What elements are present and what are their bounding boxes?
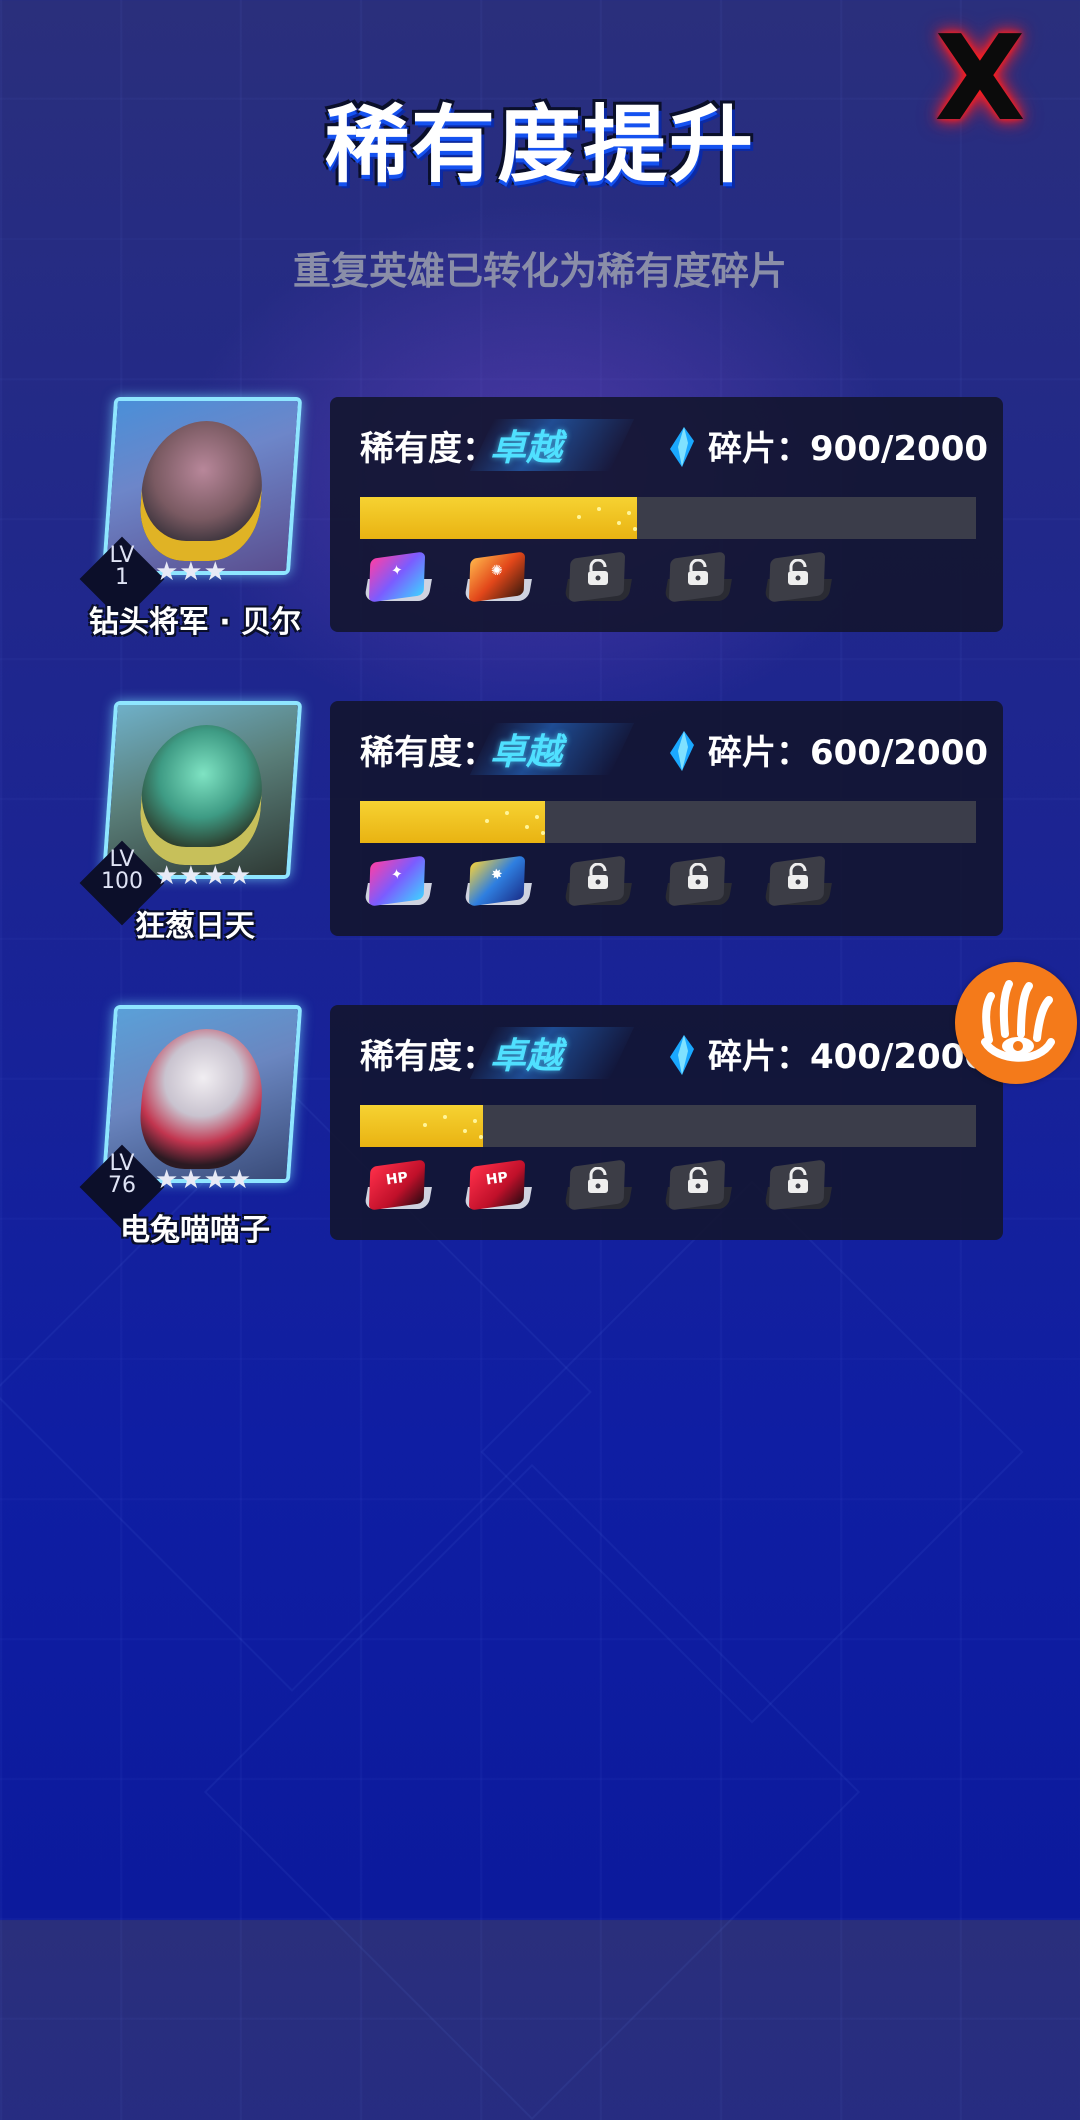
crystal-icon <box>670 1035 694 1075</box>
level-text: LV 1 <box>90 545 154 589</box>
shard-progress-bar <box>360 497 976 539</box>
rarity-value: 卓越 <box>490 732 563 773</box>
level-label: LV <box>109 1151 135 1176</box>
locked-chip-icon <box>660 851 736 921</box>
shard-progress-fill <box>360 497 638 539</box>
blue-burst-chip-icon: ✸ <box>460 851 536 921</box>
star-rating: ★★★ <box>155 557 228 587</box>
rarity-value: 卓越 <box>490 428 563 469</box>
hand-eye-icon <box>981 980 1055 1062</box>
level-value: 1 <box>115 565 129 590</box>
lock-icon <box>788 559 808 585</box>
shard-count: 碎片：900/2000 <box>708 429 989 469</box>
locked-chip-icon <box>760 1155 836 1225</box>
rarity-value: 卓越 <box>490 1036 563 1077</box>
star-rating: ★★★★ <box>155 861 253 891</box>
hero-name: 电兔喵喵子 <box>120 1213 270 1248</box>
progress-sparkle <box>534 815 539 819</box>
locked-chip-icon <box>660 1155 736 1225</box>
shard-count: 碎片：600/2000 <box>708 733 989 773</box>
lock-icon <box>688 1167 708 1193</box>
star-rating: ★★★★ <box>155 1165 253 1195</box>
hero-name: 狂葱日天 <box>135 909 255 944</box>
crystal-icon <box>670 731 694 771</box>
rarity-panel: 稀有度： 卓越 碎片：600/2000 ✦ ✸ <box>330 701 1003 936</box>
subtitle: 重复英雄已转化为稀有度碎片 <box>292 249 787 293</box>
level-label: LV <box>109 847 135 872</box>
crystal-icon <box>670 427 694 467</box>
fire-chip-icon: ✺ <box>460 547 536 617</box>
red-hp-chip-icon: HP <box>360 1155 436 1225</box>
lock-icon <box>688 863 708 889</box>
locked-chip-icon <box>660 547 736 617</box>
level-label: LV <box>109 543 135 568</box>
rarity-chip-row: HP HP <box>360 1155 880 1225</box>
locked-chip-icon <box>560 547 636 617</box>
rarity-panel: 稀有度： 卓越 碎片：900/2000 ✦ ✺ <box>330 397 1003 632</box>
lock-icon <box>588 863 608 889</box>
level-text: LV 100 <box>90 849 154 893</box>
rarity-panel: 稀有度： 卓越 碎片：400/2000 HP HP <box>330 1005 1003 1240</box>
level-value: 100 <box>101 869 143 894</box>
hero-row: LV 76 ★★★★ 电兔喵喵子 稀有度： 卓越 碎片：400/2000 HP … <box>0 1005 1080 1248</box>
shard-progress-bar <box>360 801 976 843</box>
level-text: LV 76 <box>90 1153 154 1197</box>
red-hp-chip-icon: HP <box>460 1155 536 1225</box>
progress-sparkle <box>540 831 545 835</box>
floating-assist-button[interactable] <box>955 962 1077 1084</box>
shard-count: 碎片：400/2000 <box>708 1037 989 1077</box>
locked-chip-icon <box>760 851 836 921</box>
shard-progress-fill <box>360 1105 484 1147</box>
locked-chip-icon <box>560 1155 636 1225</box>
page-title: 稀有度提升 <box>324 96 755 194</box>
shard-progress-bar <box>360 1105 976 1147</box>
lock-icon <box>688 559 708 585</box>
rarity-chip-row: ✦ ✸ <box>360 851 880 921</box>
progress-sparkle <box>484 819 489 823</box>
hero-row: LV 1 ★★★ 钻头将军 · 贝尔 稀有度： 卓越 碎片：900/2000 ✦… <box>0 397 1080 640</box>
hero-name: 钻头将军 · 贝尔 <box>88 605 302 640</box>
locked-chip-icon <box>560 851 636 921</box>
colorful-chip-icon: ✦ <box>360 851 436 921</box>
lock-icon <box>588 1167 608 1193</box>
progress-sparkle <box>504 811 509 815</box>
hero-row: LV 100 ★★★★ 狂葱日天 稀有度： 卓越 碎片：600/2000 ✦ ✸ <box>0 701 1080 944</box>
locked-chip-icon <box>760 547 836 617</box>
progress-sparkle <box>524 825 529 829</box>
colorful-chip-icon: ✦ <box>360 547 436 617</box>
lock-icon <box>588 559 608 585</box>
lock-icon <box>788 863 808 889</box>
lock-icon <box>788 1167 808 1193</box>
shard-progress-fill <box>360 801 545 843</box>
level-value: 76 <box>108 1173 136 1198</box>
rarity-chip-row: ✦ ✺ <box>360 547 880 617</box>
